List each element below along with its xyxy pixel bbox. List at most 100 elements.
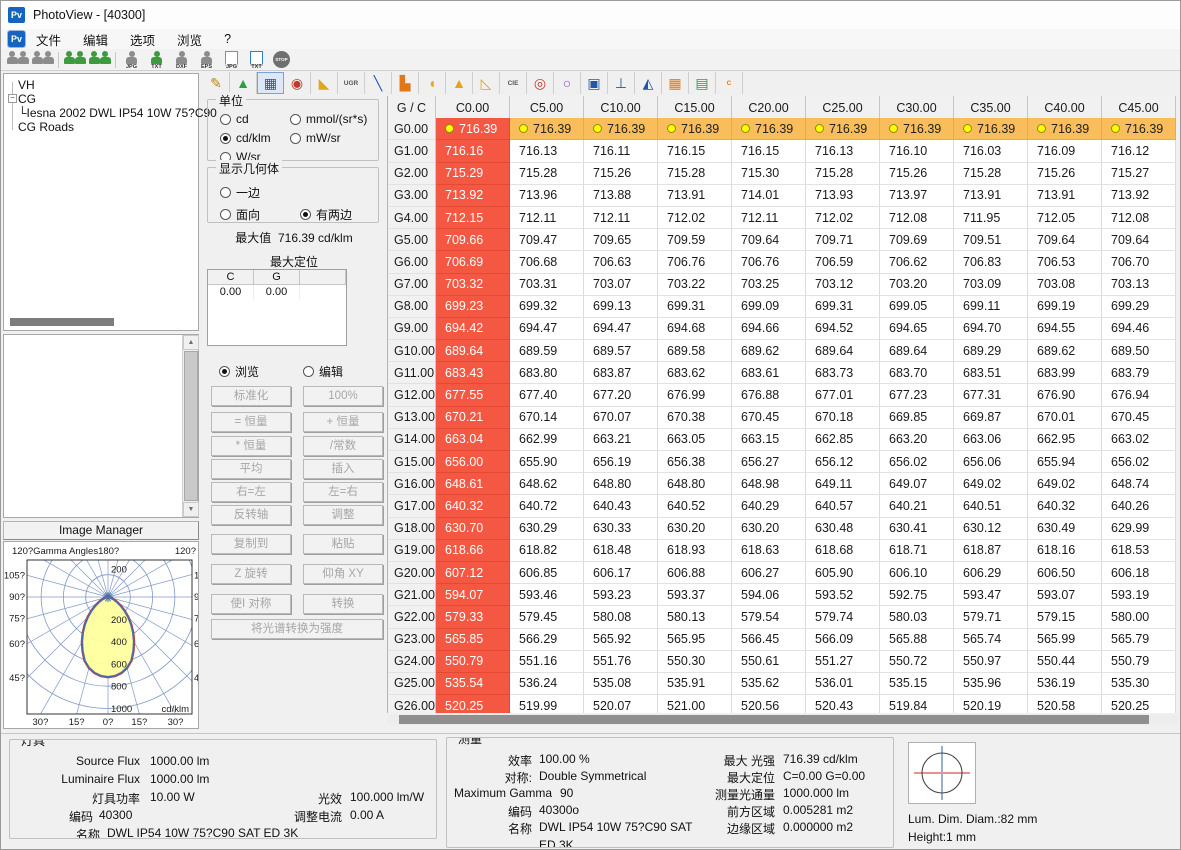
grid-cell[interactable]: 520.07 — [584, 695, 658, 713]
grid-cell[interactable]: 716.39 — [1102, 118, 1176, 140]
grid-cell[interactable]: 670.21 — [436, 407, 510, 429]
c-gamma-icon[interactable]: C — [716, 72, 743, 94]
grid-cell[interactable]: 716.10 — [880, 140, 954, 162]
grid-cell[interactable]: 716.12 — [1102, 140, 1176, 162]
grid-cell[interactable]: 712.08 — [880, 207, 954, 229]
grid-cell[interactable]: 706.62 — [880, 251, 954, 273]
grid-cell[interactable]: 694.52 — [806, 318, 880, 340]
edit-button-item[interactable]: 转换 — [303, 594, 383, 614]
photometry-tree[interactable]: VH−CG└Iesna 2002 DWL IP54 10W 75?C90CG R… — [3, 73, 199, 331]
grid-cell[interactable]: 716.39 — [436, 118, 510, 140]
grid-cell[interactable]: 519.99 — [510, 695, 584, 713]
grid-cell[interactable]: 521.00 — [658, 695, 732, 713]
grid-cell[interactable]: 640.29 — [732, 495, 806, 517]
grid-cell[interactable]: 716.39 — [584, 118, 658, 140]
grid-row-header[interactable]: G12.00 — [388, 384, 436, 406]
grid-cell[interactable]: 648.80 — [584, 473, 658, 495]
grid-cell[interactable]: 640.26 — [1102, 495, 1176, 517]
grid-cell[interactable]: 699.23 — [436, 296, 510, 318]
polar-3d-icon[interactable]: ◉ — [284, 72, 311, 94]
grid-cell[interactable]: 630.41 — [880, 518, 954, 540]
grid-cell[interactable]: 593.07 — [1028, 584, 1102, 606]
grid-cell[interactable]: 683.43 — [436, 362, 510, 384]
menu-item-item[interactable]: ? — [213, 30, 242, 48]
grid-cell[interactable]: 716.39 — [954, 118, 1028, 140]
menu-item-item[interactable]: 选项 — [119, 28, 166, 51]
grid-cell[interactable]: 703.07 — [584, 274, 658, 296]
edit-button-item[interactable]: /常数 — [303, 436, 383, 456]
grid-row-header[interactable]: G11.00 — [388, 362, 436, 384]
grid-cell[interactable]: 565.99 — [1028, 629, 1102, 651]
grid-cell[interactable]: 683.79 — [1102, 362, 1176, 384]
grid-cell[interactable]: 715.26 — [584, 163, 658, 185]
grid-cell[interactable]: 630.33 — [584, 518, 658, 540]
grid-cell[interactable]: 699.31 — [658, 296, 732, 318]
grid-row-header[interactable]: G1.00 — [388, 140, 436, 162]
grid-cell[interactable]: 640.32 — [436, 495, 510, 517]
grid-cell[interactable]: 656.02 — [1102, 451, 1176, 473]
grid-cell[interactable]: 580.08 — [584, 606, 658, 628]
edit-button-item[interactable]: 平均 — [211, 459, 291, 479]
grid-hscroll-thumb[interactable] — [399, 715, 1149, 724]
grid-column-header[interactable]: C35.00 — [954, 96, 1028, 120]
grid-cell[interactable]: 703.12 — [806, 274, 880, 296]
grid-cell[interactable]: 713.88 — [584, 185, 658, 207]
grid-cell[interactable]: 662.85 — [806, 429, 880, 451]
grid-cell[interactable]: 699.13 — [584, 296, 658, 318]
grid-column-header[interactable]: C40.00 — [1028, 96, 1102, 120]
grid-cell[interactable]: 706.76 — [658, 251, 732, 273]
grid-cell[interactable]: 694.47 — [510, 318, 584, 340]
grid-cell[interactable]: 640.72 — [510, 495, 584, 517]
matrix-view-icon[interactable]: ▦ — [662, 72, 689, 94]
grid-cell[interactable]: 630.29 — [510, 518, 584, 540]
export-jpg-doc-icon[interactable]: JPG — [219, 50, 244, 70]
grid-cell[interactable]: 618.87 — [954, 540, 1028, 562]
grid-cell[interactable]: 670.07 — [584, 407, 658, 429]
grid-cell[interactable]: 663.05 — [658, 429, 732, 451]
export-dxf-icon[interactable]: DXF — [169, 50, 194, 70]
grid-cell[interactable]: 656.12 — [806, 451, 880, 473]
edit-button-i[interactable]: 使I 对称 — [211, 594, 291, 614]
grid-cell[interactable]: 713.92 — [1102, 185, 1176, 207]
grid-cell[interactable]: 656.38 — [658, 451, 732, 473]
edit-button-item[interactable]: 复制到 — [211, 534, 291, 554]
grid-row-header[interactable]: G2.00 — [388, 163, 436, 185]
grid-cell[interactable]: 709.64 — [1102, 229, 1176, 251]
grid-column-header[interactable]: C45.00 — [1102, 96, 1176, 120]
grid-cell[interactable]: 715.28 — [658, 163, 732, 185]
grid-cell[interactable]: 579.15 — [1028, 606, 1102, 628]
document-menu-icon[interactable]: Pv — [8, 31, 25, 47]
grid-cell[interactable]: 715.29 — [436, 163, 510, 185]
mode-radio-item[interactable]: 浏览 — [219, 363, 259, 380]
grid-cell[interactable]: 640.32 — [1028, 495, 1102, 517]
grid-cell[interactable]: 630.20 — [732, 518, 806, 540]
grid-cell[interactable]: 640.57 — [806, 495, 880, 517]
grid-cell[interactable]: 606.27 — [732, 562, 806, 584]
grid-cell[interactable]: 670.45 — [732, 407, 806, 429]
edit-button-item[interactable]: 粘贴 — [303, 534, 383, 554]
grid-cell[interactable]: 676.94 — [1102, 384, 1176, 406]
grid-cell[interactable]: 594.06 — [732, 584, 806, 606]
grid-cell[interactable]: 670.01 — [1028, 407, 1102, 429]
grid-cell[interactable]: 566.45 — [732, 629, 806, 651]
road-diagram-icon[interactable]: ◭ — [635, 72, 662, 94]
grid-cell[interactable]: 689.58 — [658, 340, 732, 362]
grid-cell[interactable]: 709.51 — [954, 229, 1028, 251]
edit-button-100[interactable]: 100% — [303, 386, 383, 406]
grid-cell[interactable]: 709.47 — [510, 229, 584, 251]
grid-cell[interactable]: 579.74 — [806, 606, 880, 628]
image-manager-button[interactable]: Image Manager — [3, 521, 199, 540]
grid-row-header[interactable]: G22.00 — [388, 606, 436, 628]
grid-cell[interactable]: 535.62 — [732, 673, 806, 695]
grid-cell[interactable]: 550.72 — [880, 651, 954, 673]
grid-cell[interactable]: 662.99 — [510, 429, 584, 451]
grid-column-header[interactable]: C10.00 — [584, 96, 658, 120]
cone-diagram-icon[interactable]: ▲ — [446, 72, 473, 94]
grid-row-header[interactable]: G9.00 — [388, 318, 436, 340]
tree-expander-icon[interactable]: − — [8, 94, 17, 103]
grid-cell[interactable]: 593.46 — [510, 584, 584, 606]
grid-row-header[interactable]: G18.00 — [388, 518, 436, 540]
grid-cell[interactable]: 640.52 — [658, 495, 732, 517]
grid-cell[interactable]: 713.97 — [880, 185, 954, 207]
grid-cell[interactable]: 550.79 — [1102, 651, 1176, 673]
